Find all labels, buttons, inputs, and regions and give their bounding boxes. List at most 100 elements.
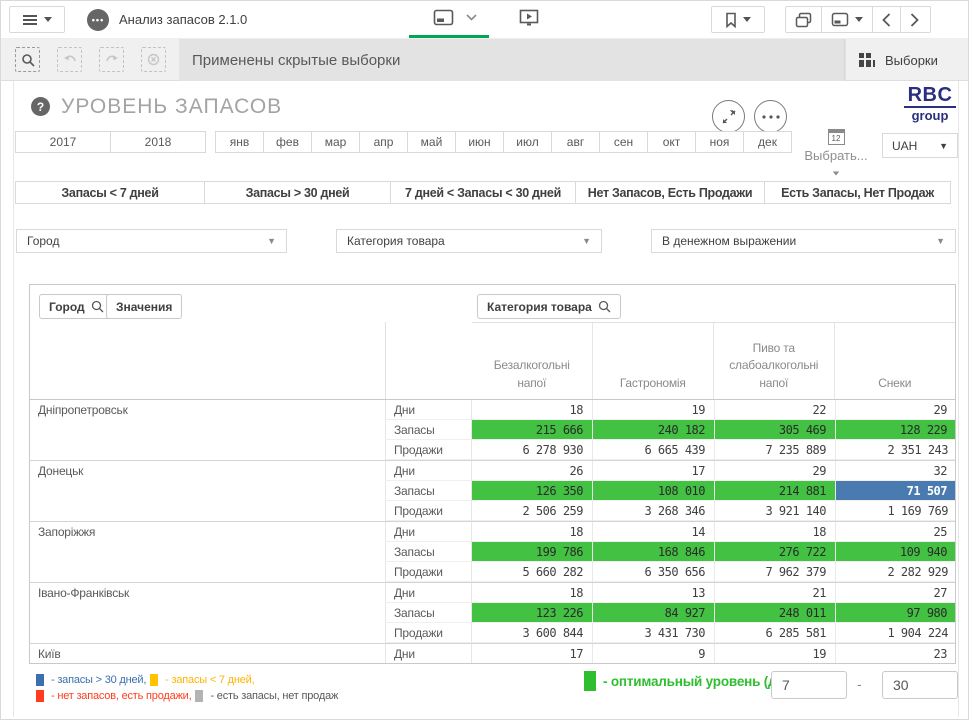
value-cell: 1 904 224 <box>836 623 956 643</box>
date-picker[interactable]: 12 Выбрать... <box>801 129 871 181</box>
dropdown-caret-icon: ▼ <box>939 141 948 151</box>
city-cell[interactable]: Запоріжжя <box>30 522 385 582</box>
legend-text: - нет запасов, есть продажи, <box>51 690 191 702</box>
value-cell: 2 506 259 <box>472 501 593 521</box>
measure-mode-dropdown[interactable]: В денежном выражении ▼ <box>651 229 956 253</box>
clear-selections-button[interactable] <box>141 47 166 72</box>
step-forward-button[interactable] <box>99 47 124 72</box>
city-cell[interactable]: Донецьк <box>30 461 385 521</box>
month-button-авг[interactable]: авг <box>551 131 600 153</box>
storytelling-button[interactable] <box>519 9 539 28</box>
value-cell: 215 666 <box>472 420 593 440</box>
next-sheet-button[interactable] <box>900 7 928 32</box>
month-button-сен[interactable]: сен <box>599 131 648 153</box>
column-header-1[interactable]: Гастрономія <box>593 323 715 399</box>
value-cell: 18 <box>472 583 593 603</box>
month-button-июл[interactable]: июл <box>503 131 552 153</box>
year-button-2017[interactable]: 2017 <box>15 131 111 153</box>
measure-label-cell[interactable]: Запасы <box>385 420 472 440</box>
month-button-июн[interactable]: июн <box>455 131 504 153</box>
sheet-selector-button[interactable] <box>433 9 477 26</box>
measure-label-cell[interactable]: Дни <box>385 522 472 542</box>
measure-label-cell[interactable]: Продажи <box>385 623 472 643</box>
measure-label-cell[interactable]: Запасы <box>385 603 472 623</box>
category-dropdown[interactable]: Категория товара ▼ <box>336 229 602 253</box>
column-header-2[interactable]: Пиво та слабоалкогольні напої <box>714 323 835 399</box>
city-cell[interactable]: Івано-Франківськ <box>30 583 385 643</box>
measure-label-cell[interactable]: Дни <box>385 644 472 664</box>
month-button-янв[interactable]: янв <box>215 131 264 153</box>
month-button-дек[interactable]: дек <box>743 131 792 153</box>
measure-label-cell[interactable]: Дни <box>385 400 472 420</box>
sheet-icon <box>831 12 849 27</box>
month-button-фев[interactable]: фев <box>263 131 312 153</box>
smart-search-button[interactable] <box>15 47 40 72</box>
optimal-to-input[interactable] <box>882 671 958 699</box>
measure-label-cell[interactable]: Продажи <box>385 501 472 521</box>
currency-dropdown[interactable]: UAH ▼ <box>882 133 958 158</box>
bookmarks-button[interactable] <box>712 7 764 32</box>
value-cell: 17 <box>472 644 593 664</box>
value-cell: 126 350 <box>472 481 593 501</box>
date-picker-label: Выбрать... <box>801 148 871 163</box>
stock-filter-button-3[interactable]: Нет Запасов, Есть Продажи <box>575 181 765 204</box>
sheet-list-button[interactable] <box>821 7 872 32</box>
value-cell: 7 962 379 <box>715 562 836 582</box>
measure-label-cell[interactable]: Продажи <box>385 440 472 460</box>
column-dimension-button[interactable]: Категория товара <box>477 294 621 319</box>
logo-text-group: group <box>904 109 956 122</box>
value-cell: 29 <box>715 461 836 481</box>
month-button-ноя[interactable]: ноя <box>695 131 744 153</box>
value-cell: 240 182 <box>593 420 715 440</box>
top-navigation-bar: ••• Анализ запасов 2.1.0 <box>1 1 968 39</box>
year-button-2018[interactable]: 2018 <box>110 131 206 153</box>
city-row-group: ЗапоріжжяДни18141825Запасы199 786168 846… <box>30 521 955 582</box>
selections-bar: Применены скрытые выборки Выборки <box>1 39 968 81</box>
values-button[interactable]: Значения <box>106 294 182 319</box>
measure-label-cell[interactable]: Продажи <box>385 562 472 582</box>
stock-filter-button-2[interactable]: 7 дней < Запасы < 30 дней <box>390 181 576 204</box>
more-options-button[interactable] <box>754 100 787 133</box>
currency-value: UAH <box>892 139 917 153</box>
legend-text: - запасы > 30 дней, <box>51 674 146 686</box>
app-thumbnail-icon[interactable]: ••• <box>87 9 109 31</box>
city-cell[interactable]: Київ <box>30 644 385 664</box>
chevron-down-icon <box>855 17 863 22</box>
stock-filter-button-1[interactable]: Запасы > 30 дней <box>204 181 391 204</box>
value-cell: 5 660 282 <box>472 562 593 582</box>
column-header-0[interactable]: Безалкогольні напої <box>472 323 593 399</box>
row-dimension-button[interactable]: Город <box>39 294 114 319</box>
measure-label-cell[interactable]: Запасы <box>385 542 472 562</box>
measure-label-cell[interactable]: Дни <box>385 583 472 603</box>
step-back-button[interactable] <box>57 47 82 72</box>
optimal-from-input[interactable] <box>771 671 847 699</box>
column-dimension-label: Категория товара <box>487 300 592 314</box>
month-button-май[interactable]: май <box>407 131 456 153</box>
month-button-мар[interactable]: мар <box>311 131 360 153</box>
expand-object-button[interactable] <box>712 100 745 133</box>
previous-sheet-button[interactable] <box>872 7 900 32</box>
duplicate-sheet-button[interactable] <box>786 7 821 32</box>
app-window: ••• Анализ запасов 2.1.0 <box>0 0 969 720</box>
stock-filter-button-4[interactable]: Есть Запасы, Нет Продаж <box>764 181 951 204</box>
global-menu-button[interactable] <box>9 6 65 33</box>
month-button-апр[interactable]: апр <box>359 131 408 153</box>
measure-label-cell[interactable]: Дни <box>385 461 472 481</box>
city-cell[interactable]: Дніпропетровськ <box>30 400 385 460</box>
value-cell: 6 278 930 <box>472 440 593 460</box>
color-legend: - запасы > 30 дней,- запасы < 7 дней,- н… <box>36 672 338 704</box>
value-cell: 32 <box>836 461 956 481</box>
active-sheet-indicator <box>409 35 489 38</box>
value-cell: 18 <box>715 522 836 542</box>
city-dropdown[interactable]: Город ▼ <box>16 229 287 253</box>
column-header-3[interactable]: Снеки <box>835 323 956 399</box>
bookmarks-group <box>711 6 765 33</box>
help-icon[interactable]: ? <box>31 97 50 116</box>
stock-filter-group: Запасы < 7 днейЗапасы > 30 дней7 дней < … <box>16 181 951 204</box>
stock-filter-button-0[interactable]: Запасы < 7 дней <box>15 181 205 204</box>
measure-label-cell[interactable]: Запасы <box>385 481 472 501</box>
legend-text: - есть запасы, нет продаж <box>210 690 338 702</box>
month-button-окт[interactable]: окт <box>647 131 696 153</box>
value-cell: 29 <box>836 400 956 420</box>
selections-tool-button[interactable]: Выборки <box>844 39 968 81</box>
